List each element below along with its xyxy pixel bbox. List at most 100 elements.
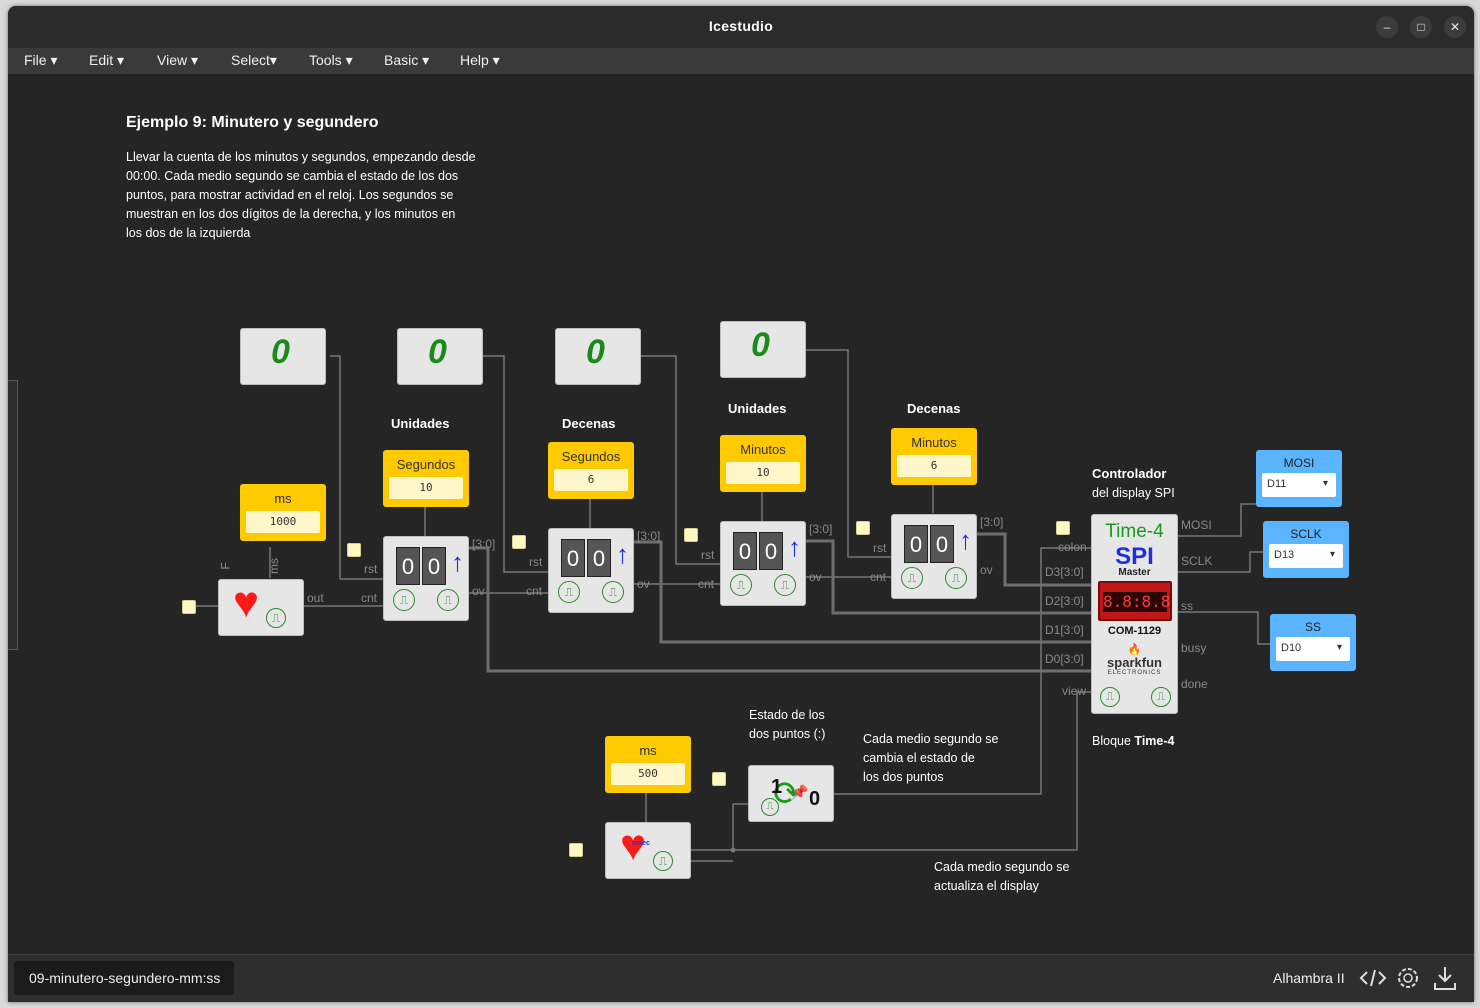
input-checkbox[interactable] (569, 843, 583, 857)
menu-bar: File ▾ Edit ▾ View ▾ Select▾ Tools ▾ Bas… (8, 48, 1474, 74)
heart-timer-block[interactable]: ♥ ⎍ (218, 578, 304, 636)
minimize-icon[interactable]: – (1376, 16, 1398, 38)
arrow-up-icon: ↑ (451, 547, 464, 577)
menu-tools[interactable]: Tools ▾ (309, 52, 353, 69)
digit-display: 0 (422, 547, 446, 585)
digit-display: 0 (759, 532, 783, 570)
brand-sub: ELECTRONICS (1107, 670, 1162, 676)
pin-ss[interactable]: SS D10 (1270, 614, 1356, 671)
port-label: cnt (361, 591, 378, 605)
port-label: ov (980, 563, 993, 577)
time4-block[interactable]: Time-4 SPI Master 8.8:8.8 COM-1129 🔥 spa… (1091, 514, 1178, 714)
pin-title: MOSI (1283, 456, 1315, 470)
label-decenas: Decenas (907, 401, 961, 416)
input-checkbox[interactable] (512, 535, 526, 549)
zero-block[interactable]: 0 (555, 328, 641, 385)
constant-minutos[interactable]: Minutos 6 (891, 428, 977, 485)
constant-value[interactable]: 500 (611, 763, 685, 785)
clock-icon: ⎍ (1100, 687, 1120, 707)
counter-block[interactable]: 0 0 ↑ ⎍ ⎍ (891, 514, 977, 599)
file-name-tab[interactable]: 09-minutero-segundero-mm:ss (14, 961, 234, 995)
model-label: COM-1129 (1107, 625, 1162, 637)
menu-file[interactable]: File ▾ (24, 52, 57, 69)
constant-minutos[interactable]: Minutos 10 (720, 435, 806, 492)
code-icon[interactable] (1358, 963, 1388, 993)
port-label: ov (637, 577, 650, 591)
pin-select[interactable]: D11 (1262, 473, 1336, 497)
constant-ms[interactable]: ms 500 (605, 736, 691, 793)
download-icon[interactable] (1430, 963, 1460, 993)
constant-value[interactable]: 1000 (246, 511, 320, 533)
port-label: cnt (526, 584, 543, 598)
digit-display: 0 (396, 547, 420, 585)
input-checkbox[interactable] (182, 600, 196, 614)
port-label: view (1062, 684, 1087, 698)
constant-title: Segundos (396, 457, 456, 472)
pin-sclk[interactable]: SCLK D13 (1263, 521, 1349, 578)
port-label: D0[3:0] (1045, 652, 1084, 666)
port-label: rst (529, 555, 543, 569)
zero-label: 0 (586, 333, 605, 371)
constant-title: Segundos (561, 449, 621, 464)
arrow-up-icon: ↑ (959, 525, 972, 555)
app-window: Icestudio – □ ✕ File ▾ Edit ▾ View ▾ Sel… (8, 6, 1474, 1002)
port-label: ov (809, 570, 822, 584)
counter-block[interactable]: 0 0 ↑ ⎍ ⎍ (383, 536, 469, 621)
zero-block[interactable]: 0 (240, 328, 326, 385)
zero-label: 0 (428, 333, 447, 371)
port-label: rst (364, 562, 378, 576)
gear-icon[interactable] (1393, 963, 1423, 993)
toggle-block[interactable]: ⟳ 1 0 📌 ⎍ (748, 765, 834, 822)
menu-help[interactable]: Help ▾ (460, 52, 500, 69)
constant-ms[interactable]: ms 1000 (240, 484, 326, 541)
maximize-icon[interactable]: □ (1410, 16, 1432, 38)
pin-mosi[interactable]: MOSI D11 (1256, 450, 1342, 507)
port-label: busy (1181, 641, 1207, 655)
arrow-up-icon: ↑ (788, 532, 801, 562)
menu-basic[interactable]: Basic ▾ (384, 52, 429, 69)
port-label: rst (701, 548, 715, 562)
port-label: [3:0] (809, 522, 833, 536)
counter-block[interactable]: 0 0 ↑ ⎍ ⎍ (720, 521, 806, 606)
constant-segundos[interactable]: Segundos 10 (383, 450, 469, 507)
close-icon[interactable]: ✕ (1444, 16, 1466, 38)
input-checkbox[interactable] (712, 772, 726, 786)
clock-icon: ⎍ (774, 574, 796, 596)
port-label: MOSI (1181, 518, 1212, 532)
heart-timer-block[interactable]: ♥ msec ⎍ (605, 821, 691, 879)
port-label: D1[3:0] (1045, 623, 1084, 637)
clock-icon: ⎍ (901, 567, 923, 589)
pin-icon: 📌 (791, 784, 809, 800)
constant-title: Minutos (911, 435, 957, 450)
constant-value[interactable]: 6 (554, 469, 628, 491)
heart-label: msec (632, 840, 650, 847)
description: Llevar la cuenta de los minutos y segund… (126, 150, 476, 240)
clock-icon: ⎍ (730, 574, 752, 596)
pin-select[interactable]: D10 (1276, 637, 1350, 661)
constant-value[interactable]: 10 (389, 477, 463, 499)
port-label: colon (1058, 540, 1087, 554)
arrow-up-icon: ↑ (616, 539, 629, 569)
design-canvas[interactable]: Ejemplo 9: Minutero y segundero Llevar l… (8, 74, 1474, 954)
zero-block[interactable]: 0 (397, 328, 483, 385)
counter-block[interactable]: 0 0 ↑ ⎍ ⎍ (548, 528, 634, 613)
constant-segundos[interactable]: Segundos 6 (548, 442, 634, 499)
input-checkbox[interactable] (684, 528, 698, 542)
board-name[interactable]: Alhambra II (1273, 970, 1345, 986)
constant-value[interactable]: 10 (726, 462, 800, 484)
port-label: [3:0] (637, 529, 661, 543)
constant-value[interactable]: 6 (897, 455, 971, 477)
port-label: F (218, 562, 233, 570)
clock-icon: ⎍ (266, 608, 286, 628)
clock-icon: ⎍ (602, 581, 624, 603)
zero-label: 0 (271, 333, 290, 371)
menu-select[interactable]: Select▾ (231, 52, 277, 69)
pin-select[interactable]: D13 (1269, 544, 1343, 568)
input-checkbox[interactable] (856, 521, 870, 535)
input-checkbox[interactable] (1056, 521, 1070, 535)
menu-edit[interactable]: Edit ▾ (89, 52, 124, 69)
menu-view[interactable]: View ▾ (157, 52, 198, 69)
side-panel-handle[interactable] (8, 380, 18, 650)
zero-block[interactable]: 0 (720, 321, 806, 378)
input-checkbox[interactable] (347, 543, 361, 557)
